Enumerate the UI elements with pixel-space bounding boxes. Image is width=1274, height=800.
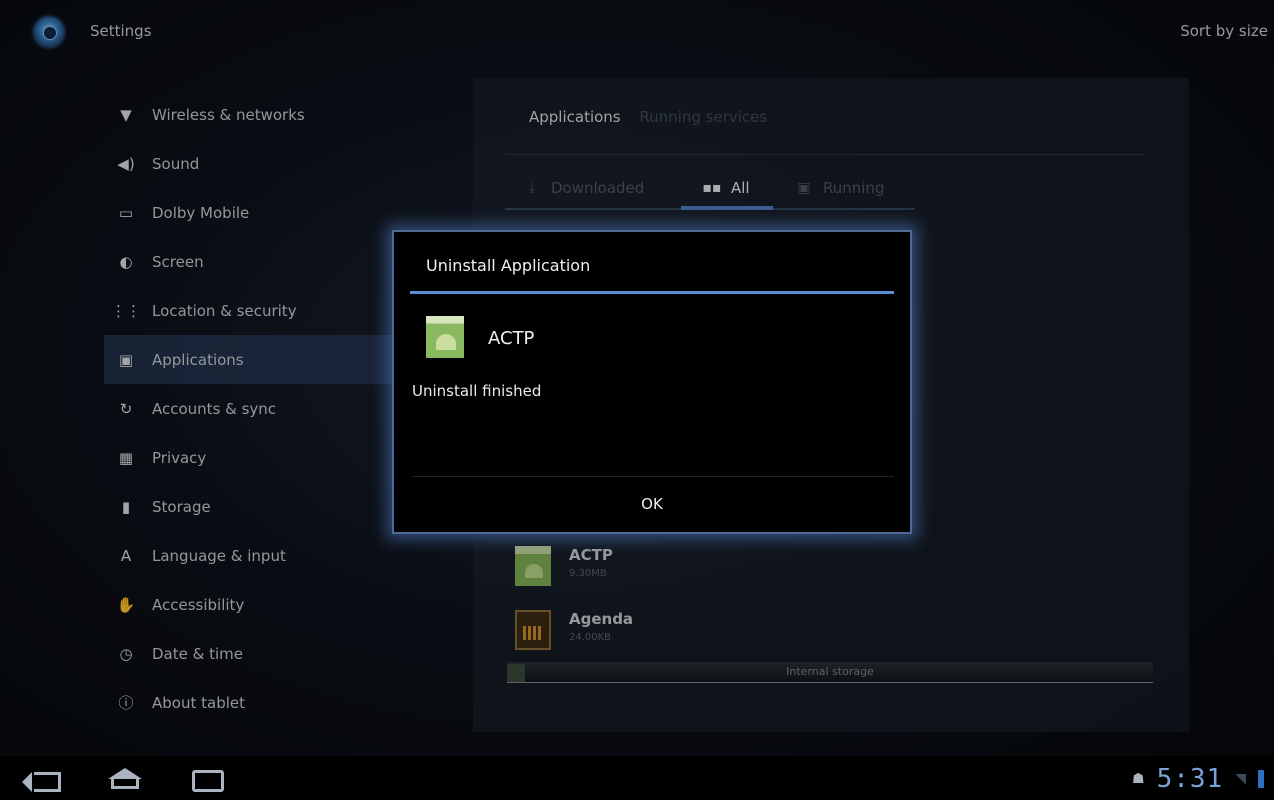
battery-icon bbox=[1258, 770, 1264, 788]
dialog-title-divider bbox=[410, 291, 894, 294]
dialog-button-divider bbox=[412, 476, 894, 477]
android-notification-icon: ☗ bbox=[1132, 771, 1145, 787]
dialog-app-name: ACTP bbox=[488, 328, 535, 349]
uninstall-dialog: Uninstall Application ACTP Uninstall fin… bbox=[392, 230, 912, 534]
dialog-message: Uninstall finished bbox=[412, 382, 542, 400]
screen: Settings Sort by size ▼ Wireless & netwo… bbox=[0, 0, 1274, 800]
home-icon[interactable] bbox=[108, 768, 142, 790]
system-bar: ☗ 5:31 ◥ bbox=[0, 756, 1274, 800]
back-icon[interactable] bbox=[22, 772, 61, 792]
dialog-title: Uninstall Application bbox=[426, 256, 591, 275]
recent-apps-icon[interactable] bbox=[192, 770, 224, 792]
clock: 5:31 bbox=[1156, 764, 1224, 794]
wifi-signal-icon: ◥ bbox=[1235, 771, 1246, 787]
ok-button[interactable]: OK bbox=[394, 478, 910, 530]
app-icon bbox=[426, 316, 464, 358]
status-area[interactable]: ☗ 5:31 ◥ bbox=[1132, 764, 1264, 794]
